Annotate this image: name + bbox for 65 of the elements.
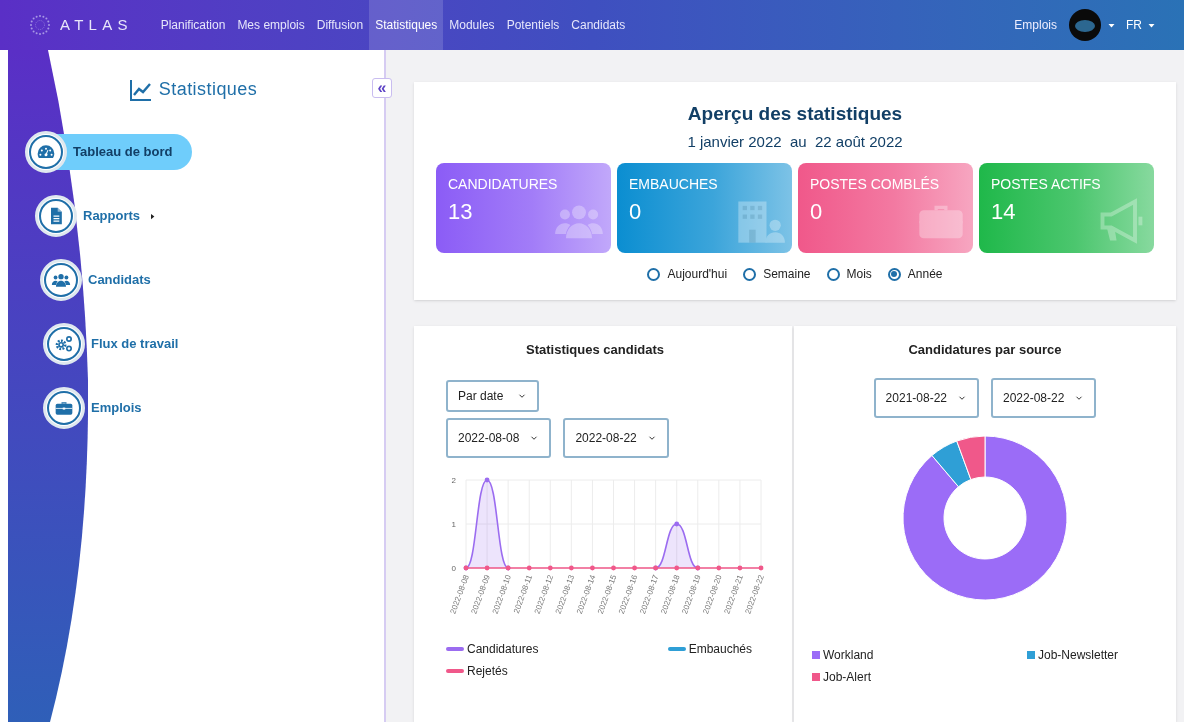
- gears-icon: [54, 334, 74, 354]
- user-menu-button[interactable]: [1069, 9, 1116, 41]
- period-radio[interactable]: Année: [887, 265, 943, 283]
- stat-value: 14: [991, 201, 1017, 223]
- legend-item: Rejetés: [446, 661, 603, 680]
- logo-ring-icon: [28, 13, 52, 37]
- sidebar-title: Statistiques: [158, 78, 258, 101]
- sidebar-item[interactable]: Rapports: [35, 195, 384, 237]
- stat-label: EMBAUCHES: [629, 177, 719, 191]
- data-point: [590, 565, 595, 570]
- data-point: [632, 565, 637, 570]
- nav-link[interactable]: Emplois: [1014, 16, 1057, 34]
- sidebar-item[interactable]: Candidats: [40, 259, 384, 301]
- legend-item: Job-Newsletter: [1026, 645, 1118, 664]
- nav-link[interactable]: Diffusion: [310, 0, 370, 50]
- chart-title: Candidatures par source: [908, 341, 1062, 359]
- stat-value: 0: [810, 201, 824, 223]
- data-point: [758, 565, 764, 570]
- period-radio[interactable]: Mois: [826, 265, 872, 283]
- period-radio[interactable]: Aujourd'hui: [647, 265, 728, 283]
- stat-value: 13: [448, 201, 474, 223]
- stat-label: CANDIDATURES: [448, 177, 559, 191]
- language-menu[interactable]: FR: [1126, 16, 1156, 34]
- stat-value: 0: [629, 201, 643, 223]
- data-point: [611, 565, 616, 570]
- data-point: [674, 565, 680, 570]
- date-range: 1 janvier 2022 au 22 août 2022: [687, 131, 903, 152]
- data-point: [547, 565, 553, 570]
- y-tick-label: 0: [451, 563, 456, 573]
- data-point: [568, 565, 574, 570]
- collapse-button[interactable]: «: [372, 78, 392, 98]
- data-point: [716, 565, 722, 570]
- period-radio[interactable]: Semaine: [743, 265, 811, 283]
- sidebar-item[interactable]: Emplois: [43, 387, 384, 429]
- sidebar-item[interactable]: Flux de travail: [43, 323, 384, 365]
- nav-link[interactable]: Statistiques: [369, 0, 444, 50]
- logo-text: ATLAS: [60, 14, 133, 35]
- nav-link[interactable]: Planification: [154, 0, 232, 50]
- chart-title: Statistiques candidats: [526, 341, 664, 359]
- nav-link[interactable]: Candidats: [565, 0, 632, 50]
- data-point: [484, 565, 490, 570]
- date-dropdown[interactable]: 2022-08-08: [446, 417, 552, 458]
- nav-link[interactable]: Potentiels: [500, 0, 566, 50]
- avatar-icon: [1069, 9, 1101, 41]
- legend-item: Job-Alert: [812, 667, 985, 686]
- chart-line-icon: [128, 77, 153, 102]
- data-point: [674, 521, 680, 526]
- data-point: [526, 565, 532, 570]
- nav-link[interactable]: Mes emplois: [231, 0, 311, 50]
- legend-item: Candidatures: [446, 639, 603, 658]
- nav-link[interactable]: Modules: [443, 0, 501, 50]
- date-dropdown[interactable]: 2021-08-22: [873, 377, 979, 418]
- overview-title: Aperçu des statistiques: [687, 102, 903, 126]
- legend-item: Embauchés: [667, 639, 752, 658]
- group-by-dropdown[interactable]: Par date: [446, 379, 540, 412]
- y-tick-label: 1: [451, 519, 456, 529]
- data-point: [484, 477, 490, 482]
- stat-label: POSTES COMBLÉS: [810, 177, 941, 191]
- date-dropdown[interactable]: 2022-08-22: [991, 377, 1097, 418]
- legend-item: Workland: [812, 645, 985, 664]
- date-dropdown[interactable]: 2022-08-22: [563, 417, 669, 458]
- y-tick-label: 2: [451, 475, 456, 485]
- data-point: [737, 565, 743, 570]
- stat-label: POSTES ACTIFS: [991, 177, 1102, 191]
- sidebar-item[interactable]: Tableau de bord: [25, 131, 384, 173]
